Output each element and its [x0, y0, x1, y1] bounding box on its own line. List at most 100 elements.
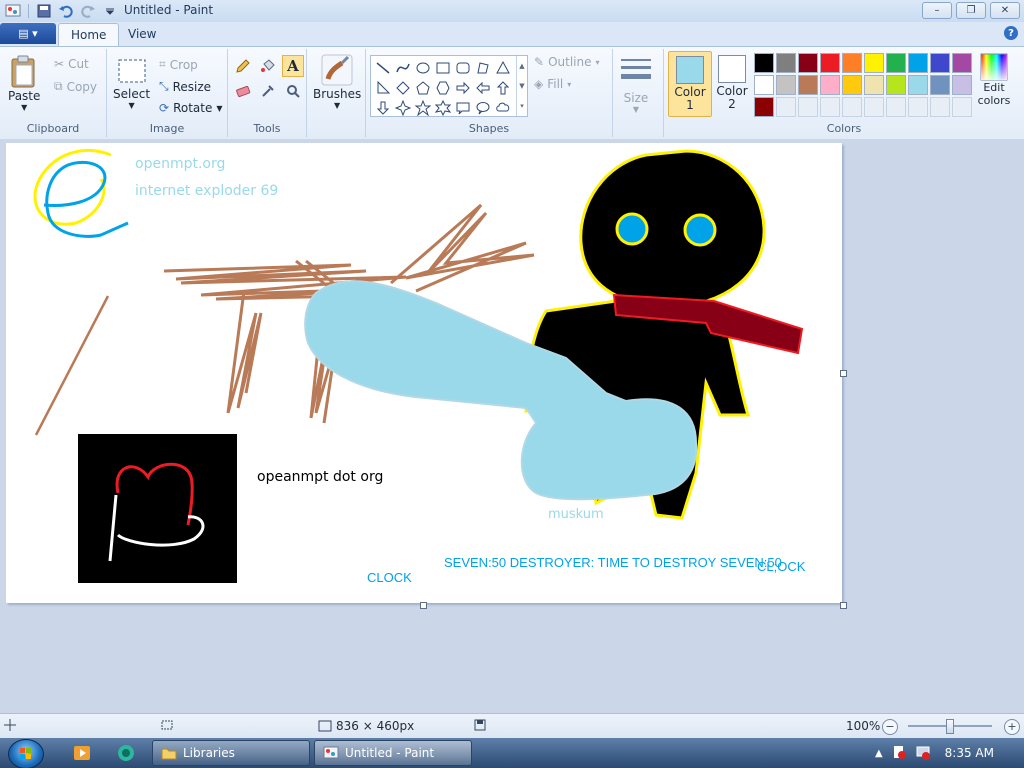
zoom-level-text: 100%: [846, 719, 881, 733]
ribbon: Paste ▼ ✂ Cut ⧉ Copy Clipboard Select ▼ …: [0, 46, 1024, 140]
paste-icon: [11, 55, 35, 88]
pentagon-shape-icon[interactable]: [413, 78, 433, 97]
save-icon[interactable]: [35, 2, 53, 20]
paint-app-icon[interactable]: [4, 2, 22, 20]
copy-label: Copy: [66, 79, 98, 94]
show-hidden-icons-icon[interactable]: ▲: [875, 748, 883, 759]
clock-text[interactable]: 8:35 AM: [945, 746, 994, 760]
resize-label: Resize: [172, 79, 212, 94]
polygon-shape-icon[interactable]: [473, 58, 493, 77]
canvas-resize-handle-corner[interactable]: [840, 602, 847, 609]
cut-button[interactable]: ✂ Cut: [54, 57, 89, 71]
tools-grid: A: [232, 55, 304, 102]
yellow-scribble: [33, 149, 112, 226]
taskbar: Libraries Untitled - Paint ▲ 8:35 AM: [0, 738, 1024, 768]
left-arrow-shape-icon[interactable]: [473, 78, 493, 97]
text-tool-icon[interactable]: A: [282, 55, 304, 77]
network-icon[interactable]: [915, 744, 931, 763]
size-button[interactable]: Size ▼: [619, 55, 653, 114]
taskbar-paint-button[interactable]: Untitled - Paint: [314, 740, 472, 766]
quick-access-toolbar: [4, 2, 119, 20]
fill-button[interactable]: ◈ Fill ▾: [534, 77, 571, 91]
chat-app-icon[interactable]: [116, 743, 136, 763]
brushes-label: Brushes: [313, 87, 362, 101]
tab-view[interactable]: View: [116, 23, 168, 45]
canvas-resize-handle-bottom[interactable]: [420, 602, 427, 609]
six-point-star-shape-icon[interactable]: [433, 98, 453, 117]
fill-bucket-icon[interactable]: [257, 55, 279, 77]
customize-qat-chevron-icon[interactable]: [101, 2, 119, 20]
diamond-shape-icon[interactable]: [393, 78, 413, 97]
outline-button[interactable]: ✎ Outline ▾: [534, 55, 600, 69]
rectangle-shape-icon[interactable]: [433, 58, 453, 77]
selection-size-icon: [160, 719, 174, 731]
shapes-gallery: ▲ ▼ ▾: [370, 55, 528, 117]
taskbar-libraries-button[interactable]: Libraries: [152, 740, 310, 766]
colors-group: Colors: [666, 49, 1022, 137]
copy-icon: ⧉: [54, 79, 63, 93]
size-label: Size: [623, 91, 649, 105]
crop-button[interactable]: ⌗ Crop: [159, 57, 198, 72]
rotate-icon: ⟳: [159, 101, 170, 115]
drawing-canvas[interactable]: openmpt.org internet exploder 69 opeanmp…: [6, 143, 842, 603]
five-point-star-shape-icon[interactable]: [413, 98, 433, 117]
size-group: Size ▼: [613, 49, 664, 137]
oval-callout-shape-icon[interactable]: [473, 98, 493, 117]
eraser-icon[interactable]: [232, 80, 254, 102]
shapes-scrollbar[interactable]: ▲ ▼ ▾: [516, 56, 527, 116]
windows-logo-icon: [20, 748, 31, 759]
rounded-rectangle-shape-icon[interactable]: [453, 58, 473, 77]
rotate-label: Rotate: [173, 101, 213, 115]
curve-shape-icon[interactable]: [393, 58, 413, 77]
color-picker-icon[interactable]: [257, 80, 279, 102]
four-point-star-shape-icon[interactable]: [393, 98, 413, 117]
up-arrow-shape-icon[interactable]: [493, 78, 513, 97]
redo-icon[interactable]: [79, 2, 97, 20]
brushes-button[interactable]: Brushes ▼: [313, 53, 361, 110]
zoom-out-button[interactable]: −: [882, 719, 898, 735]
cloud-callout-shape-icon[interactable]: [493, 98, 513, 117]
brown-diagonal-line: [34, 295, 110, 436]
zoom-slider-thumb[interactable]: [946, 719, 954, 734]
start-button[interactable]: [8, 739, 44, 768]
paint-menu-button[interactable]: ▤ ▾: [0, 23, 56, 44]
canvas-resize-handle-right[interactable]: [840, 370, 847, 377]
down-arrow-shape-icon[interactable]: [373, 98, 393, 117]
oval-shape-icon[interactable]: [413, 58, 433, 77]
canvas-text-cl-ock: CL;OCK: [757, 559, 806, 574]
rounded-callout-shape-icon[interactable]: [453, 98, 473, 117]
maximize-button[interactable]: ❐: [956, 2, 986, 19]
hexagon-shape-icon[interactable]: [433, 78, 453, 97]
minimize-button[interactable]: –: [922, 2, 952, 19]
shapes-group-label: Shapes: [468, 122, 510, 135]
paint-taskbar-icon: [323, 746, 339, 759]
zoom-in-button[interactable]: +: [1004, 719, 1020, 735]
crop-label: Crop: [169, 57, 198, 72]
line-shape-icon[interactable]: [373, 58, 393, 77]
select-icon: [118, 59, 146, 83]
brown-scribble-right: [390, 203, 535, 293]
tools-group-label: Tools: [253, 122, 281, 135]
select-button[interactable]: Select ▼: [113, 55, 150, 110]
right-triangle-shape-icon[interactable]: [373, 78, 393, 97]
blue-e-scribble: [43, 160, 129, 238]
right-arrow-shape-icon[interactable]: [453, 78, 473, 97]
media-player-icon[interactable]: [72, 743, 92, 763]
triangle-shape-icon[interactable]: [493, 58, 513, 77]
close-button[interactable]: ✕: [990, 2, 1020, 19]
fill-label: Fill: [547, 77, 564, 91]
tab-home[interactable]: Home: [58, 23, 120, 46]
brown-scribble-left: [226, 290, 263, 414]
paste-button[interactable]: Paste ▼: [8, 55, 40, 112]
copy-button[interactable]: ⧉ Copy: [54, 79, 97, 94]
magnifier-icon[interactable]: [282, 80, 304, 102]
action-center-icon[interactable]: [891, 744, 907, 763]
rotate-button[interactable]: ⟳ Rotate ▼: [159, 101, 223, 115]
canvas-size-icon: [318, 720, 332, 732]
pencil-icon[interactable]: [232, 55, 254, 77]
help-icon[interactable]: ?: [1004, 26, 1018, 40]
black-head: [579, 149, 766, 309]
status-bar: 836 × 460px 100% − +: [0, 713, 1024, 739]
resize-button[interactable]: ⤡ Resize: [159, 79, 211, 94]
undo-icon[interactable]: [57, 2, 75, 20]
